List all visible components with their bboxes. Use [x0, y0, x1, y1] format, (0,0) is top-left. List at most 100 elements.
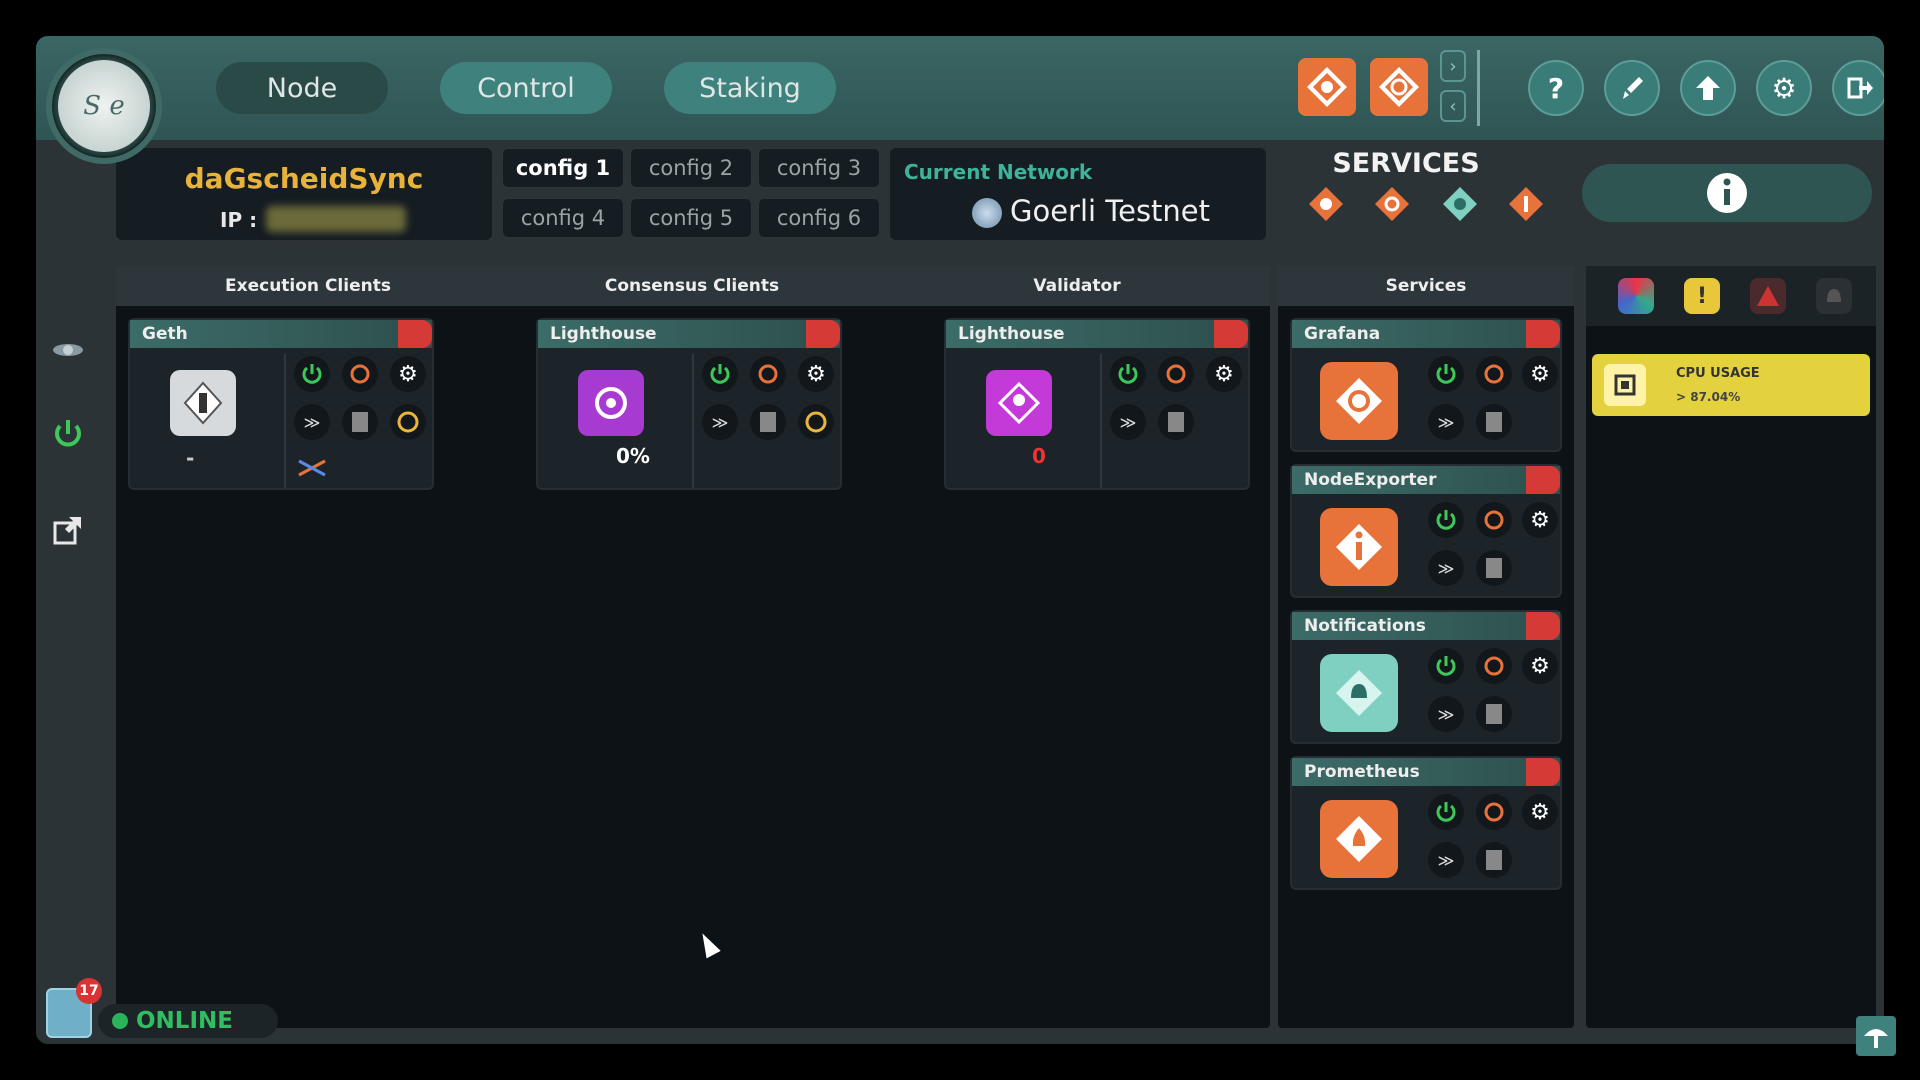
nav-staking-button[interactable]: Staking: [664, 62, 836, 114]
chevron-right-icon[interactable]: ›: [1440, 50, 1466, 82]
restart-icon[interactable]: [1476, 502, 1512, 538]
lighthouse-consensus-card[interactable]: Lighthouse 0% ⚙ ≫: [536, 318, 842, 490]
resync-icon[interactable]: [390, 404, 426, 440]
prometheus-mini-icon[interactable]: [1306, 184, 1346, 224]
nodeexporter-service-card[interactable]: NodeExporter ⚙ ≫: [1290, 464, 1562, 598]
restart-icon[interactable]: [1476, 648, 1512, 684]
power-button-icon[interactable]: [1428, 794, 1464, 830]
app-logo[interactable]: S e: [46, 48, 162, 164]
left-sidebar: [36, 140, 96, 1044]
grafana-name: Grafana: [1304, 324, 1381, 344]
logout-icon[interactable]: [1832, 60, 1884, 116]
restart-icon[interactable]: [342, 356, 378, 392]
gear-icon[interactable]: ⚙: [1756, 60, 1812, 116]
cpu-chip-icon: [1604, 364, 1646, 406]
all-alerts-filter-icon[interactable]: [1618, 278, 1654, 314]
network-name: Goerli Testnet: [1010, 194, 1211, 228]
document-icon[interactable]: [342, 404, 378, 440]
power-button-icon[interactable]: [1110, 356, 1146, 392]
grafana-service-icon[interactable]: [1370, 58, 1428, 116]
settings-gear-icon[interactable]: ⚙: [798, 356, 834, 392]
nav-node-button[interactable]: Node: [216, 62, 388, 114]
rocket-icon[interactable]: [1604, 60, 1660, 116]
power-button-icon[interactable]: [294, 356, 330, 392]
logs-icon[interactable]: ≫: [1110, 404, 1146, 440]
restart-icon[interactable]: [750, 356, 786, 392]
config-1-button[interactable]: config 1: [502, 148, 624, 188]
stopped-indicator: [806, 320, 840, 348]
restart-icon[interactable]: [1158, 356, 1194, 392]
power-icon[interactable]: [48, 414, 88, 454]
alert-title: CPU USAGE: [1676, 366, 1760, 381]
geth-name: Geth: [142, 324, 188, 344]
prometheus-card-header: Prometheus: [1292, 758, 1560, 786]
lighthouse-validator-card[interactable]: Lighthouse 0 ⚙ ≫: [944, 318, 1250, 490]
settings-gear-icon[interactable]: ⚙: [1206, 356, 1242, 392]
config-3-button[interactable]: config 3: [758, 148, 880, 188]
header-divider: [1477, 50, 1480, 126]
nodeexporter-logo-icon: [1320, 508, 1398, 586]
card-divider: [1100, 354, 1102, 488]
notifications-card-header: Notifications: [1292, 612, 1560, 640]
geth-client-card[interactable]: Geth - ⚙ ≫: [128, 318, 434, 490]
power-button-icon[interactable]: [1428, 648, 1464, 684]
document-icon[interactable]: [1476, 696, 1512, 732]
chevron-left-icon[interactable]: ‹: [1440, 90, 1466, 122]
config-2-button[interactable]: config 2: [630, 148, 752, 188]
geth-card-header: Geth: [130, 320, 432, 348]
info-button[interactable]: [1582, 164, 1872, 222]
prometheus-service-icon[interactable]: [1298, 58, 1356, 116]
export-icon[interactable]: [48, 510, 88, 550]
consensus-clients-header: Consensus Clients: [500, 266, 884, 306]
prometheus-service-card[interactable]: Prometheus ⚙ ≫: [1290, 756, 1562, 890]
document-icon[interactable]: [1476, 404, 1512, 440]
lighthouse-cc-name: Lighthouse: [550, 324, 657, 344]
grafana-service-card[interactable]: Grafana ⚙ ≫: [1290, 318, 1562, 452]
restart-icon[interactable]: [1476, 356, 1512, 392]
config-6-button[interactable]: config 6: [758, 198, 880, 238]
settings-gear-icon[interactable]: ⚙: [1522, 356, 1558, 392]
notifications-mini-icon[interactable]: [1440, 184, 1480, 224]
logs-icon[interactable]: ≫: [702, 404, 738, 440]
logs-icon[interactable]: ≫: [1428, 550, 1464, 586]
config-4-button[interactable]: config 4: [502, 198, 624, 238]
logs-icon[interactable]: ≫: [1428, 842, 1464, 878]
document-icon[interactable]: [1476, 550, 1512, 586]
mushroom-logo-icon[interactable]: [1856, 1016, 1896, 1056]
power-button-icon[interactable]: [1428, 502, 1464, 538]
logs-icon[interactable]: ≫: [294, 404, 330, 440]
drone-icon[interactable]: [48, 330, 88, 370]
online-text: ONLINE: [136, 1008, 233, 1034]
lighthouse-sync-percent: 0%: [616, 444, 650, 468]
lighthouse-logo-icon: [578, 370, 644, 436]
chart-plugin-icon[interactable]: [294, 450, 330, 486]
power-button-icon[interactable]: [1428, 356, 1464, 392]
logs-icon[interactable]: ≫: [1428, 696, 1464, 732]
status-dot: [112, 1013, 128, 1029]
settings-gear-icon[interactable]: ⚙: [1522, 502, 1558, 538]
document-icon[interactable]: [1476, 842, 1512, 878]
config-5-button[interactable]: config 5: [630, 198, 752, 238]
help-icon[interactable]: ?: [1528, 60, 1584, 116]
notification-filter-icon[interactable]: [1816, 278, 1852, 314]
settings-gear-icon[interactable]: ⚙: [390, 356, 426, 392]
document-icon[interactable]: [750, 404, 786, 440]
logs-icon[interactable]: ≫: [1428, 404, 1464, 440]
document-icon[interactable]: [1158, 404, 1194, 440]
resync-icon[interactable]: [798, 404, 834, 440]
node-name: daGscheidSync: [184, 162, 424, 195]
power-button-icon[interactable]: [702, 356, 738, 392]
cpu-usage-alert[interactable]: CPU USAGE > 87.04%: [1592, 354, 1870, 416]
critical-filter-icon[interactable]: [1750, 278, 1786, 314]
node-exporter-mini-icon[interactable]: [1506, 184, 1546, 224]
notifications-service-card[interactable]: Notifications ⚙ ≫: [1290, 610, 1562, 744]
settings-gear-icon[interactable]: ⚙: [1522, 794, 1558, 830]
settings-gear-icon[interactable]: ⚙: [1522, 648, 1558, 684]
restart-icon[interactable]: [1476, 794, 1512, 830]
update-arrow-icon[interactable]: [1680, 60, 1736, 116]
warning-filter-icon[interactable]: !: [1684, 278, 1720, 314]
logo-text: S e: [58, 60, 150, 152]
prometheus-name: Prometheus: [1304, 762, 1420, 782]
grafana-mini-icon[interactable]: [1372, 184, 1412, 224]
nav-control-button[interactable]: Control: [440, 62, 612, 114]
